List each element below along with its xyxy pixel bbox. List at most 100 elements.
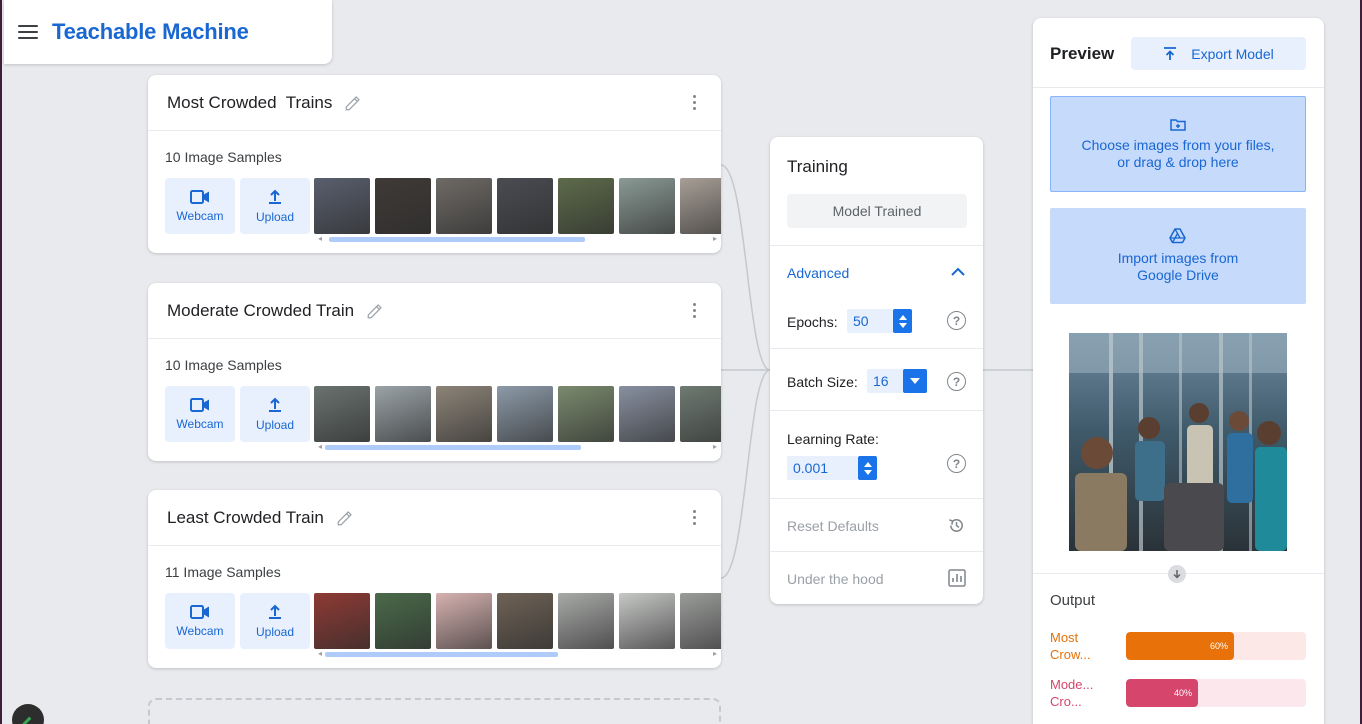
export-model-button[interactable]: Export Model <box>1131 37 1306 70</box>
upload-button[interactable]: Upload <box>240 386 310 442</box>
sample-thumbnail[interactable] <box>375 593 431 649</box>
upload-button[interactable]: Upload <box>240 178 310 234</box>
arrow-down-icon <box>1168 565 1186 583</box>
sample-thumbnail[interactable] <box>375 386 431 442</box>
more-options-icon[interactable] <box>693 303 697 318</box>
sample-thumbnail[interactable] <box>436 593 492 649</box>
thumbnail-strip <box>314 386 721 442</box>
class-name[interactable]: Moderate Crowded Train <box>167 301 354 321</box>
file-drop-line2: or drag & drop here <box>1117 153 1239 170</box>
sample-thumbnail[interactable] <box>558 593 614 649</box>
edit-pencil-icon[interactable] <box>336 509 354 527</box>
class-card-header: Moderate Crowded Train <box>148 283 721 339</box>
scroll-right-icon[interactable]: ▸ <box>713 234 717 243</box>
sample-thumbnail[interactable] <box>497 593 553 649</box>
output-name-line1: Mode... <box>1050 677 1094 692</box>
sample-thumbnail[interactable] <box>497 386 553 442</box>
drive-line1: Import images from <box>1117 250 1239 266</box>
output-bar-fill: 40% <box>1126 679 1198 707</box>
upload-button[interactable]: Upload <box>240 593 310 649</box>
sample-thumbnail[interactable] <box>558 178 614 234</box>
sample-thumbnail[interactable] <box>436 178 492 234</box>
scroll-left-icon[interactable]: ◂ <box>318 649 322 658</box>
advanced-toggle[interactable]: Advanced <box>787 265 849 281</box>
bar-chart-icon[interactable] <box>948 569 966 587</box>
sample-thumbnail[interactable] <box>619 593 675 649</box>
sample-thumbnail[interactable] <box>436 386 492 442</box>
thumbnail-scrollbar[interactable] <box>329 237 585 242</box>
sample-thumbnail[interactable] <box>497 178 553 234</box>
video-camera-icon <box>190 397 209 412</box>
sample-thumbnail[interactable] <box>619 386 675 442</box>
sample-thumbnail[interactable] <box>619 178 675 234</box>
history-icon[interactable] <box>947 516 966 535</box>
upload-icon <box>269 189 281 204</box>
epochs-input[interactable]: 50 <box>847 309 894 333</box>
epochs-help-icon[interactable]: ? <box>947 311 966 330</box>
class-card-header: Most Crowded Trains <box>148 75 721 131</box>
divider <box>770 551 983 552</box>
preview-title: Preview <box>1050 44 1115 63</box>
sample-thumbnail[interactable] <box>314 593 370 649</box>
edit-pencil-icon[interactable] <box>344 94 362 112</box>
sample-thumbnail[interactable] <box>558 386 614 442</box>
learning-rate-input[interactable]: 0.001 <box>787 456 858 480</box>
output-percent: 40% <box>1173 688 1192 698</box>
webcam-label: Webcam <box>176 208 224 223</box>
sample-count: 11 Image Samples <box>165 564 281 580</box>
learning-rate-help-icon[interactable]: ? <box>947 454 966 473</box>
batch-size-help-icon[interactable]: ? <box>947 372 966 391</box>
drive-line2: Google Drive <box>1137 267 1219 283</box>
batch-size-select[interactable]: 16 <box>867 369 903 393</box>
scroll-left-icon[interactable]: ◂ <box>318 442 322 451</box>
training-title: Training <box>787 157 848 176</box>
batch-size-dropdown-icon[interactable] <box>903 369 927 393</box>
sample-thumbnail[interactable] <box>375 178 431 234</box>
webcam-button[interactable]: Webcam <box>165 178 235 234</box>
pencil-icon <box>22 716 32 724</box>
class-card: Moderate Crowded Train 10 Image Samples … <box>148 283 721 461</box>
export-model-label: Export Model <box>1191 45 1274 62</box>
reset-defaults-button[interactable]: Reset Defaults <box>787 518 879 534</box>
hamburger-menu-icon[interactable] <box>18 25 38 39</box>
class-name[interactable]: Most Crowded Trains <box>167 93 332 113</box>
more-options-icon[interactable] <box>693 510 697 525</box>
output-class-name: Mode... Cro... <box>1050 676 1110 710</box>
preview-image <box>1069 333 1287 551</box>
file-drop-line1: Choose images from your files, <box>1081 136 1275 153</box>
app-title[interactable]: Teachable Machine <box>52 19 249 45</box>
thumbnail-scrollbar[interactable] <box>325 652 558 657</box>
thumbnail-scrollbar[interactable] <box>325 445 581 450</box>
more-options-icon[interactable] <box>693 95 697 110</box>
learning-rate-stepper[interactable] <box>858 456 877 480</box>
upload-label: Upload <box>255 209 295 224</box>
sample-thumbnail[interactable] <box>314 386 370 442</box>
upload-icon <box>269 604 281 619</box>
edit-pencil-icon[interactable] <box>366 302 384 320</box>
sample-thumbnail[interactable] <box>314 178 370 234</box>
webcam-label: Webcam <box>176 416 224 431</box>
webcam-button[interactable]: Webcam <box>165 593 235 649</box>
train-model-button[interactable]: Model Trained <box>787 194 967 228</box>
under-the-hood-button[interactable]: Under the hood <box>787 571 884 587</box>
class-name[interactable]: Least Crowded Train <box>167 508 324 528</box>
sample-thumbnail[interactable] <box>680 386 721 442</box>
class-card-header: Least Crowded Train <box>148 490 721 546</box>
sample-thumbnail[interactable] <box>680 178 721 234</box>
class-card: Least Crowded Train 11 Image Samples Web… <box>148 490 721 668</box>
file-drop-zone[interactable]: Choose images from your files, or drag &… <box>1050 96 1306 192</box>
edit-fab-button[interactable] <box>12 704 44 724</box>
preview-panel: Preview Export Model Choose images from … <box>1033 18 1324 724</box>
scroll-right-icon[interactable]: ▸ <box>713 649 717 658</box>
epochs-stepper[interactable] <box>893 309 912 333</box>
sample-thumbnail[interactable] <box>680 593 721 649</box>
add-class-card[interactable] <box>148 698 721 724</box>
upload-label: Upload <box>255 624 295 639</box>
google-drive-icon <box>1169 228 1186 244</box>
webcam-button[interactable]: Webcam <box>165 386 235 442</box>
scroll-left-icon[interactable]: ◂ <box>318 234 322 243</box>
scroll-right-icon[interactable]: ▸ <box>713 442 717 451</box>
chevron-up-icon[interactable] <box>950 264 966 280</box>
video-camera-icon <box>190 604 209 619</box>
google-drive-import[interactable]: Import images from Google Drive <box>1050 208 1306 304</box>
